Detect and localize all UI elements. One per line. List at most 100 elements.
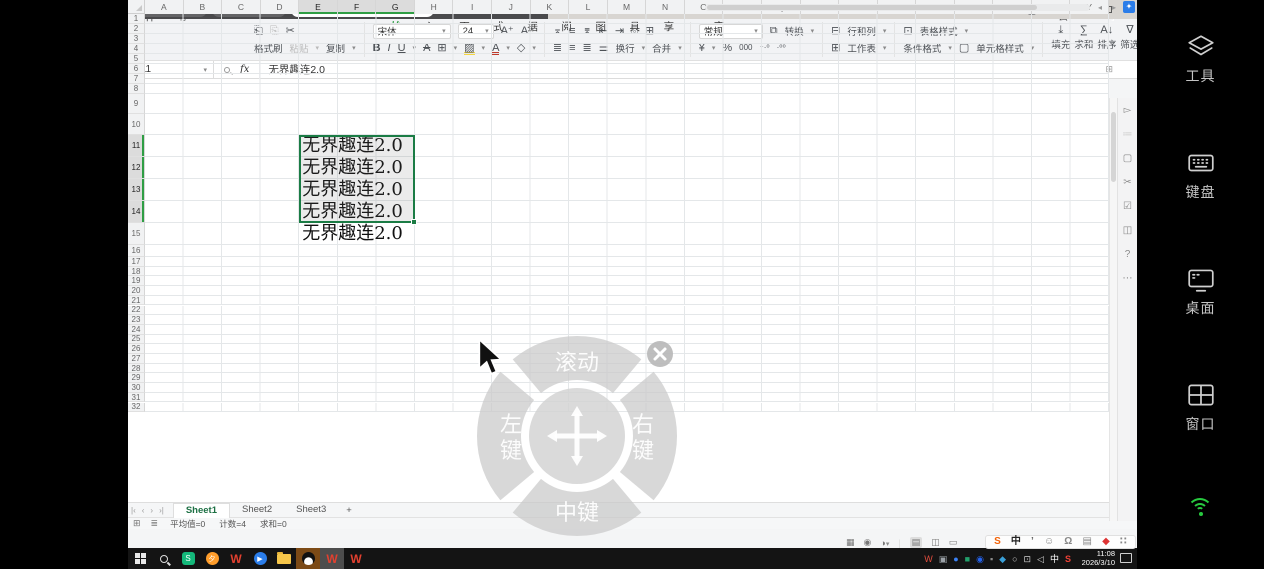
help-icon[interactable]: ?: [1125, 250, 1131, 260]
file-explorer[interactable]: [272, 548, 296, 569]
action-center-icon[interactable]: [1120, 553, 1132, 563]
row-header-10[interactable]: 10: [128, 114, 145, 135]
tray-compass-icon[interactable]: ◉: [976, 554, 984, 564]
row-header-8[interactable]: 8: [128, 84, 145, 94]
adjust-icon[interactable]: ≔: [1123, 130, 1133, 140]
eye-icon[interactable]: ◉: [864, 537, 872, 548]
table-preview-icon[interactable]: ▦: [846, 537, 855, 548]
row-header-15[interactable]: 15: [128, 223, 145, 245]
sheet-tab-Sheet2[interactable]: Sheet2: [230, 503, 284, 518]
browser-app[interactable]: ▶: [248, 548, 272, 569]
row-header-24[interactable]: 24: [128, 325, 145, 335]
row-header-11[interactable]: 11: [128, 135, 145, 157]
sidebar-item-工具[interactable]: 工具: [1137, 34, 1264, 86]
tray-display-icon[interactable]: ⊡: [1024, 554, 1032, 564]
snippet-icon[interactable]: ▢: [1123, 154, 1132, 164]
tray-defender-icon[interactable]: ◆: [999, 554, 1006, 564]
sidebar-item-桌面[interactable]: 桌面: [1137, 266, 1264, 318]
grid-row[interactable]: 13: [128, 179, 1109, 201]
tray-blue-dot-icon[interactable]: ●: [953, 554, 958, 564]
tray-wps-icon[interactable]: W: [924, 554, 933, 564]
fill-handle[interactable]: [410, 219, 417, 225]
row-header-23[interactable]: 23: [128, 315, 145, 325]
taskbar-clock[interactable]: 11:08 2026/3/10: [1082, 549, 1115, 567]
row-header-20[interactable]: 20: [128, 286, 145, 296]
horizontal-scrollbar[interactable]: [705, 4, 1090, 11]
row-header-30[interactable]: 30: [128, 383, 145, 393]
wps-app[interactable]: W: [224, 548, 248, 569]
search[interactable]: [152, 548, 176, 569]
wps-window[interactable]: W: [320, 548, 344, 569]
emoji-icon[interactable]: ☺: [1044, 536, 1054, 548]
grid-row[interactable]: 15: [128, 223, 1109, 245]
row-header-22[interactable]: 22: [128, 305, 145, 316]
orange-app[interactable]: 夕: [200, 548, 224, 569]
normal-view-icon[interactable]: ▤: [909, 537, 923, 548]
row-header-14[interactable]: 14: [128, 201, 145, 223]
row-header-26[interactable]: 26: [128, 344, 145, 354]
grid-row[interactable]: 8: [128, 84, 1109, 94]
shop-icon[interactable]: ◆: [1102, 536, 1110, 548]
apostrophe-icon[interactable]: ’: [1031, 536, 1034, 548]
voice-icon[interactable]: Ω: [1064, 536, 1072, 548]
clipboard-status-icon[interactable]: ≣: [146, 518, 164, 529]
grid-row[interactable]: 20: [128, 286, 1109, 296]
start-button[interactable]: [128, 548, 152, 569]
input-zh-icon[interactable]: 中: [1011, 536, 1021, 548]
tray-volume-icon[interactable]: ◁: [1037, 554, 1044, 564]
sogou-s-icon[interactable]: S: [994, 536, 1001, 548]
tray-chip-icon[interactable]: ▪: [990, 554, 993, 564]
row-header-32[interactable]: 32: [128, 402, 145, 413]
sheet-tab-Sheet1[interactable]: Sheet1: [172, 502, 230, 518]
read-mode-icon[interactable]: ◫: [1123, 226, 1132, 236]
row-header-16[interactable]: 16: [128, 245, 145, 257]
qq-app[interactable]: [296, 548, 320, 569]
row-header-29[interactable]: 29: [128, 373, 145, 384]
grid-row[interactable]: 16: [128, 245, 1109, 257]
tray-zoom-icon[interactable]: ○: [1012, 554, 1017, 564]
row-header-9[interactable]: 9: [128, 94, 145, 114]
row-header-31[interactable]: 31: [128, 393, 145, 403]
grid-row[interactable]: 19: [128, 276, 1109, 287]
last-sheet-icon[interactable]: ›|: [156, 506, 167, 515]
tray-green-app-icon[interactable]: ■: [965, 554, 970, 564]
sidebar-item-键盘[interactable]: 键盘: [1137, 150, 1264, 202]
grid-row[interactable]: 9: [128, 94, 1109, 114]
more-icon[interactable]: ⋯: [1123, 274, 1133, 284]
side-panel-icon[interactable]: ✦: [1123, 1, 1135, 13]
vertical-scrollbar[interactable]: [1109, 98, 1117, 521]
cut-tool-icon[interactable]: ✂: [1123, 178, 1131, 188]
add-sheet-button[interactable]: +: [338, 505, 360, 516]
select-cursor-icon[interactable]: ▻: [1124, 106, 1132, 116]
grid-row[interactable]: 11: [128, 135, 1109, 157]
row-header-17[interactable]: 17: [128, 257, 145, 267]
row-header-21[interactable]: 21: [128, 296, 145, 306]
row-header-27[interactable]: 27: [128, 354, 145, 364]
first-sheet-icon[interactable]: |‹: [128, 506, 139, 515]
grid-row[interactable]: 14: [128, 201, 1109, 223]
keyboard-icon[interactable]: ▤: [1082, 536, 1091, 548]
tray-sogou-icon[interactable]: S: [1065, 554, 1071, 564]
filter-button[interactable]: 筛选: [1120, 37, 1137, 51]
security-app[interactable]: S: [176, 548, 200, 569]
scroll-right-icon[interactable]: ▸: [1109, 3, 1119, 12]
row-header-28[interactable]: 28: [128, 364, 145, 374]
sheet-tab-Sheet3[interactable]: Sheet3: [284, 503, 338, 518]
row-header-19[interactable]: 19: [128, 276, 145, 287]
cell-E15[interactable]: 无界趣连2.0: [299, 223, 403, 245]
page-break-view-icon[interactable]: ◫: [931, 537, 940, 548]
grid-icon[interactable]: ∷: [1120, 536, 1127, 548]
eye-protect-icon[interactable]: ◑▾: [880, 538, 889, 548]
grid-row[interactable]: 17: [128, 257, 1109, 267]
row-header-25[interactable]: 25: [128, 334, 145, 345]
grid-row[interactable]: 12: [128, 157, 1109, 179]
sidebar-item-窗口[interactable]: 窗口: [1137, 382, 1264, 434]
row-header-13[interactable]: 13: [128, 179, 145, 201]
row-header-12[interactable]: 12: [128, 157, 145, 179]
ime-toolbar[interactable]: S 中 ’ ☺ Ω ▤ ◆ ∷: [985, 535, 1136, 549]
scroll-left-icon[interactable]: ◂: [1095, 3, 1105, 12]
todo-icon[interactable]: ☑: [1123, 202, 1132, 212]
row-header-18[interactable]: 18: [128, 267, 145, 277]
tray-image-icon[interactable]: ▣: [939, 554, 948, 564]
grid-row[interactable]: 10: [128, 114, 1109, 135]
